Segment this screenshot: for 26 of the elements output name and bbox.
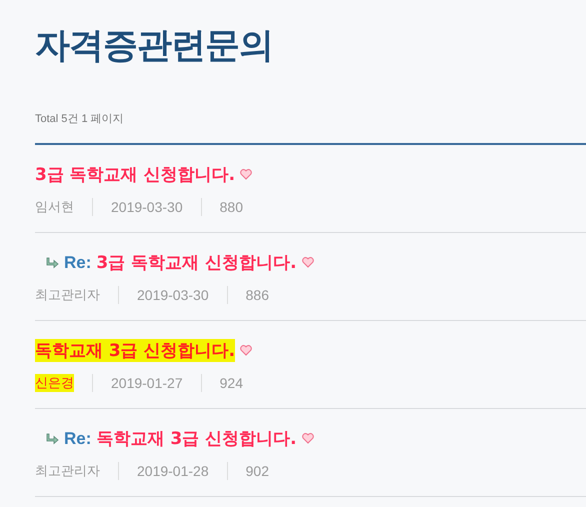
author-name: 임서현 [35, 199, 74, 216]
reply-arrow-icon [45, 432, 59, 444]
heart-icon [302, 257, 314, 268]
post-count: Total 5건 1 페이지 [35, 112, 124, 126]
reply-prefix: Re: [64, 252, 92, 272]
heart-icon [302, 433, 314, 444]
author-name: 최고관리자 [35, 463, 100, 480]
post-title[interactable]: 독학교재 3급 신청합니다. [96, 427, 297, 450]
heart-icon [240, 345, 252, 356]
heart-icon [240, 169, 252, 180]
view-count: 902 [246, 463, 269, 479]
post-date: 2019-01-27 [111, 375, 183, 391]
view-count: 880 [220, 199, 243, 215]
post-date: 2019-03-30 [111, 199, 183, 215]
author-name: 신은경 [35, 374, 74, 392]
post-title[interactable]: 3급 독학교재 신청합니다. [96, 251, 297, 274]
view-count: 886 [246, 287, 269, 303]
post-date: 2019-01-28 [137, 463, 209, 479]
post-date: 2019-03-30 [137, 287, 209, 303]
post-title[interactable]: 독학교재 3급 신청합니다. [35, 339, 236, 362]
view-count: 924 [220, 375, 243, 391]
post-title[interactable]: 3급 독학교재 신청합니다. [35, 163, 236, 186]
author-name: 최고관리자 [35, 287, 100, 304]
reply-arrow-icon [45, 256, 59, 268]
page-title: 자격증관련문의 [35, 25, 274, 68]
reply-prefix: Re: [64, 428, 92, 448]
